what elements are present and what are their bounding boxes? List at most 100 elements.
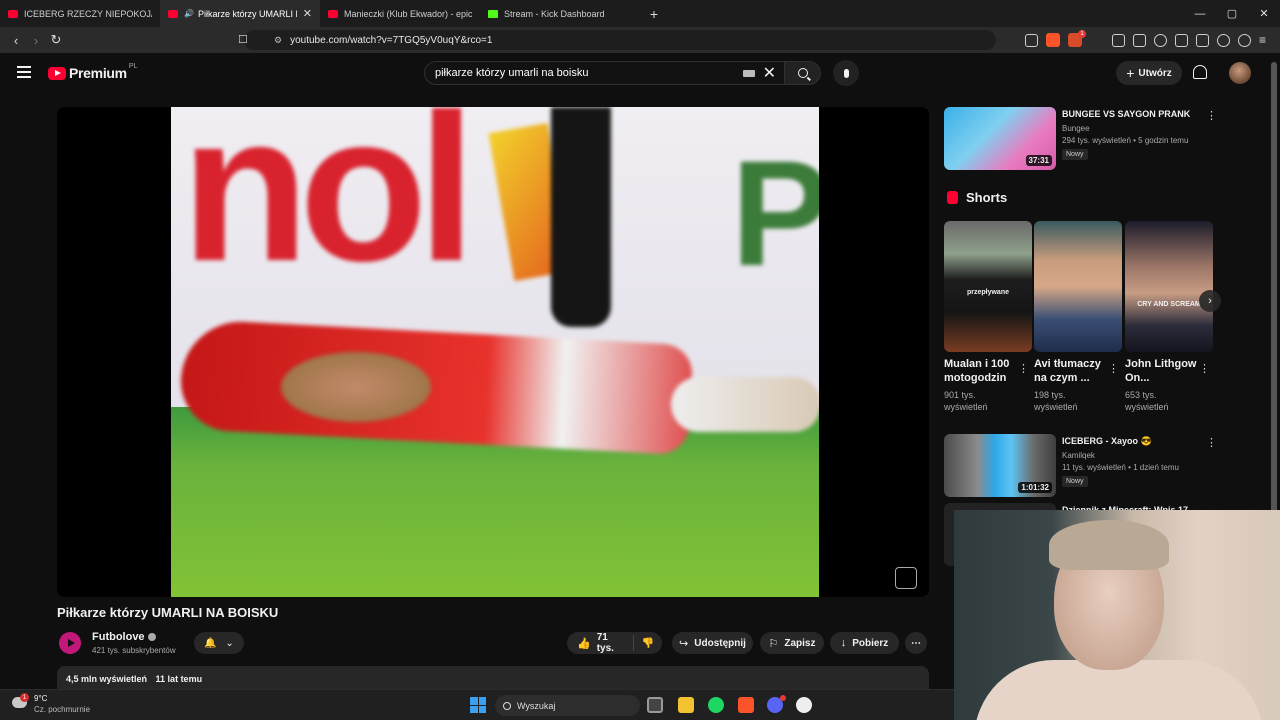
short-item[interactable]: CRY AND SCREAM John Lithgow On... 653 ty… [1125, 221, 1213, 412]
temperature: 9°C [34, 694, 48, 703]
weather-condition: Cz. pochmurnie [34, 705, 91, 714]
download-button[interactable]: ↓ Pobierz [830, 632, 899, 654]
like-button[interactable]: 👍 71 tys. [567, 632, 634, 654]
verified-icon [147, 633, 156, 642]
bookmark-icon[interactable]: ☐ [238, 33, 248, 46]
close-tab-icon[interactable]: ✕ [303, 7, 312, 20]
more-vert-icon[interactable]: ⋮ [1018, 362, 1029, 375]
tab-title: Manieczki (Klub Ekwador) - epicki se [344, 8, 472, 19]
video-title: Piłkarze którzy UMARLI NA BOISKU [57, 605, 279, 620]
more-vert-icon[interactable]: ⋮ [1199, 362, 1210, 375]
cast-icon[interactable] [1024, 33, 1038, 47]
dislike-button[interactable]: 👎 [634, 638, 662, 649]
browser-tab[interactable]: Stream - Kick Dashboard [480, 0, 640, 27]
vpn-icon[interactable] [1237, 33, 1251, 47]
search-button[interactable] [785, 61, 821, 85]
channel-name[interactable]: Kamilqek [1062, 451, 1095, 460]
video-frame: nol P [171, 107, 819, 597]
forward-icon[interactable]: › [26, 33, 46, 48]
windows-start-icon[interactable] [470, 697, 486, 713]
short-title[interactable]: Mualan i 100 motogodzin [944, 357, 1020, 385]
short-thumbnail[interactable] [1034, 221, 1122, 352]
brave-browser-icon[interactable] [738, 697, 754, 713]
keyboard-icon[interactable] [742, 69, 755, 77]
video-thumbnail[interactable]: 1:01:32 [944, 434, 1056, 497]
more-vert-icon[interactable]: ⋮ [1206, 436, 1217, 449]
menu-icon[interactable] [17, 66, 31, 78]
close-window-button[interactable]: ✕ [1248, 0, 1280, 27]
youtube-icon [8, 9, 18, 18]
channel-name[interactable]: Futbolove [92, 631, 156, 643]
file-explorer-icon[interactable] [678, 697, 694, 713]
voice-search-button[interactable] [833, 60, 859, 86]
wallet-icon[interactable] [1195, 33, 1209, 47]
brave-shields-icon[interactable] [1045, 33, 1060, 47]
chevron-right-icon[interactable]: › [1199, 290, 1221, 312]
channel-avatar[interactable] [59, 632, 81, 654]
menu-icon[interactable]: ≡ [1259, 33, 1266, 47]
back-icon[interactable]: ‹ [6, 33, 26, 48]
window-controls: — ▢ ✕ [1184, 0, 1280, 27]
view-count: 4,5 mln wyświetleń [66, 674, 148, 684]
new-tab-button[interactable]: + [644, 4, 664, 24]
avatar[interactable] [1229, 62, 1251, 84]
speaker-icon[interactable]: 🔊 [184, 9, 194, 18]
youtube-logo[interactable]: Premium PL [48, 63, 137, 81]
download-icon: ↓ [840, 637, 847, 649]
video-player[interactable]: nol P [57, 107, 929, 597]
reading-list-icon[interactable] [1174, 33, 1188, 47]
maximize-button[interactable]: ▢ [1216, 0, 1248, 27]
clear-search-icon[interactable]: ✕ [763, 63, 776, 83]
save-button[interactable]: ⚐ Zapisz [760, 632, 824, 654]
short-views: 901 tys. wyświetleń [944, 390, 988, 412]
short-item[interactable]: Avi tłumaczy na czym ... 198 tys. wyświe… [1034, 221, 1122, 412]
chevron-down-icon: ⌄ [225, 637, 234, 649]
taskbar-search[interactable]: Wyszukaj [495, 695, 640, 716]
sidebar-icon[interactable] [1132, 33, 1146, 47]
browser-tab[interactable]: ICEBERG RZECZY NIEPOKOJĄCYCH ( [0, 0, 160, 27]
duration-badge: 37:31 [1025, 155, 1052, 166]
video-title[interactable]: ICEBERG - Xayoo 😎 [1062, 436, 1202, 447]
channel-name[interactable]: Bungee [1062, 124, 1090, 133]
short-thumbnail[interactable]: CRY AND SCREAM [1125, 221, 1213, 352]
extensions-icon[interactable] [1111, 33, 1125, 47]
shorts-icon [947, 191, 958, 204]
more-vert-icon[interactable]: ⋮ [1108, 362, 1119, 375]
search-input[interactable]: piłkarze którzy umarli na boisku ✕ [424, 61, 785, 85]
app-icon[interactable] [796, 697, 812, 713]
discord-icon[interactable] [767, 695, 786, 713]
browser-toolbar: 1 ≡ [1024, 27, 1266, 53]
video-title[interactable]: BUNGEE VS SAYGON PRANK [1062, 109, 1202, 119]
browser-tab[interactable]: Manieczki (Klub Ekwador) - epicki se [320, 0, 480, 27]
bookmark-icon: ⚐ [768, 637, 779, 650]
subscriber-count: 421 tys. subskrybentów [92, 646, 176, 655]
site-info-icon[interactable]: ⚙ [274, 35, 282, 46]
brave-rewards-icon[interactable]: 1 [1067, 30, 1086, 47]
video-thumbnail[interactable]: 37:31 [944, 107, 1056, 170]
create-button[interactable]: + Utwórz [1116, 61, 1182, 85]
reload-icon[interactable]: ↻ [46, 32, 66, 48]
channel-watermark-icon[interactable] [895, 567, 917, 589]
recommended-video[interactable]: 37:31 BUNGEE VS SAYGON PRANK Bungee 294 … [944, 107, 1264, 170]
search-icon [797, 68, 808, 78]
short-thumbnail[interactable]: przepływane [944, 221, 1032, 352]
more-vert-icon[interactable]: ⋮ [1206, 109, 1217, 122]
taskbar: 1 9°C Cz. pochmurnie Wyszukaj [0, 689, 954, 720]
browser-tab-strip: ICEBERG RZECZY NIEPOKOJĄCYCH ( 🔊 Piłkarz… [0, 0, 1280, 27]
minimize-button[interactable]: — [1184, 0, 1216, 27]
notifications-icon[interactable] [1193, 65, 1207, 79]
short-item[interactable]: przepływane Mualan i 100 motogodzin 901 … [944, 221, 1032, 412]
short-title[interactable]: John Lithgow On... [1125, 357, 1201, 385]
task-view-icon[interactable] [647, 697, 663, 713]
media-icon[interactable] [1153, 33, 1167, 47]
spotify-icon[interactable] [708, 697, 724, 713]
recommended-video[interactable]: 1:01:32 ICEBERG - Xayoo 😎 Kamilqek 11 ty… [944, 434, 1264, 497]
subscription-bell-button[interactable]: 🔔 ⌄ [194, 632, 244, 654]
url-field[interactable]: ☐ ⚙ youtube.com/watch?v=7TGQ5yV0uqY&rco=… [238, 30, 996, 50]
browser-tab-active[interactable]: 🔊 Piłkarze którzy UMARLI NA B ✕ [160, 0, 320, 27]
more-actions-button[interactable]: ⋯ [905, 632, 927, 654]
leo-ai-icon[interactable] [1216, 33, 1230, 47]
share-button[interactable]: ↪ Udostępnij [672, 632, 753, 654]
video-stats: 294 tys. wyświetleń • 5 godzin temu [1062, 136, 1189, 145]
short-title[interactable]: Avi tłumaczy na czym ... [1034, 357, 1110, 385]
